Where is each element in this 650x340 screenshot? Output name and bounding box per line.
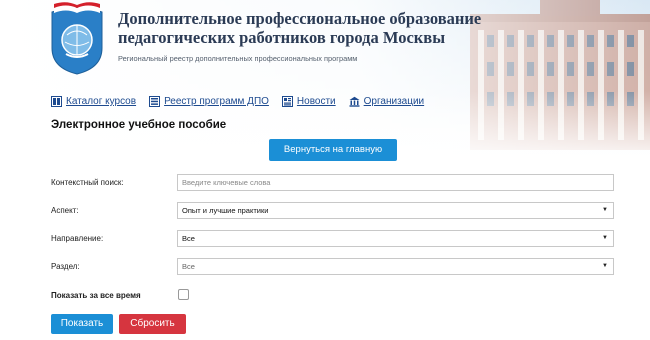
nav-item-catalog-label: Каталог курсов — [66, 96, 137, 107]
show-all-time-label: Показать за все время — [51, 291, 141, 300]
aspect-label: Аспект: — [51, 206, 79, 215]
site-title-line2: педагогических работников города Москвы — [118, 28, 446, 47]
organizations-icon — [349, 96, 360, 107]
aspect-dropdown-icon: ▼ — [602, 207, 608, 213]
site-title-line1: Дополнительное профессиональное образова… — [118, 9, 482, 28]
section-select-value: Все — [182, 262, 195, 271]
page-title: Электронное учебное пособие — [51, 119, 227, 131]
site-subtitle: Региональный реестр дополнительных профе… — [118, 54, 358, 63]
news-icon — [281, 96, 293, 107]
nav-item-registry-label: Реестр программ ДПО — [164, 96, 269, 107]
direction-select[interactable]: Все ▼ — [177, 230, 614, 247]
reset-button[interactable]: Сбросить — [119, 314, 186, 334]
direction-label: Направление: — [51, 234, 104, 243]
back-to-main-button[interactable]: Вернуться на главную — [269, 139, 397, 161]
catalog-icon — [51, 96, 62, 107]
section-select[interactable]: Все ▼ — [177, 258, 614, 275]
registry-icon — [149, 96, 161, 107]
main-nav: Каталог курсов Реестр программ ДПО Новос… — [51, 96, 437, 107]
section-label: Раздел: — [51, 262, 80, 271]
nav-item-organizations[interactable]: Организации — [349, 96, 424, 107]
show-button[interactable]: Показать — [51, 314, 113, 334]
section-dropdown-icon: ▼ — [602, 263, 608, 269]
nav-item-registry[interactable]: Реестр программ ДПО — [149, 96, 269, 107]
nav-item-organizations-label: Организации — [363, 96, 425, 107]
show-all-time-checkbox[interactable] — [178, 289, 189, 300]
nav-item-news[interactable]: Новости — [281, 96, 336, 107]
search-input[interactable]: Введите ключевые слова — [177, 174, 614, 191]
site-logo[interactable] — [48, 2, 106, 76]
nav-item-news-label: Новости — [296, 96, 336, 107]
aspect-select[interactable]: Опыт и лучшие практики ▼ — [177, 202, 614, 219]
direction-dropdown-icon: ▼ — [602, 235, 608, 241]
direction-select-value: Все — [182, 234, 195, 243]
nav-item-catalog[interactable]: Каталог курсов — [51, 96, 136, 107]
search-placeholder: Введите ключевые слова — [182, 178, 271, 187]
site-title: Дополнительное профессиональное образова… — [118, 9, 518, 47]
search-label: Контекстный поиск: — [51, 178, 124, 187]
aspect-select-value: Опыт и лучшие практики — [182, 206, 269, 215]
